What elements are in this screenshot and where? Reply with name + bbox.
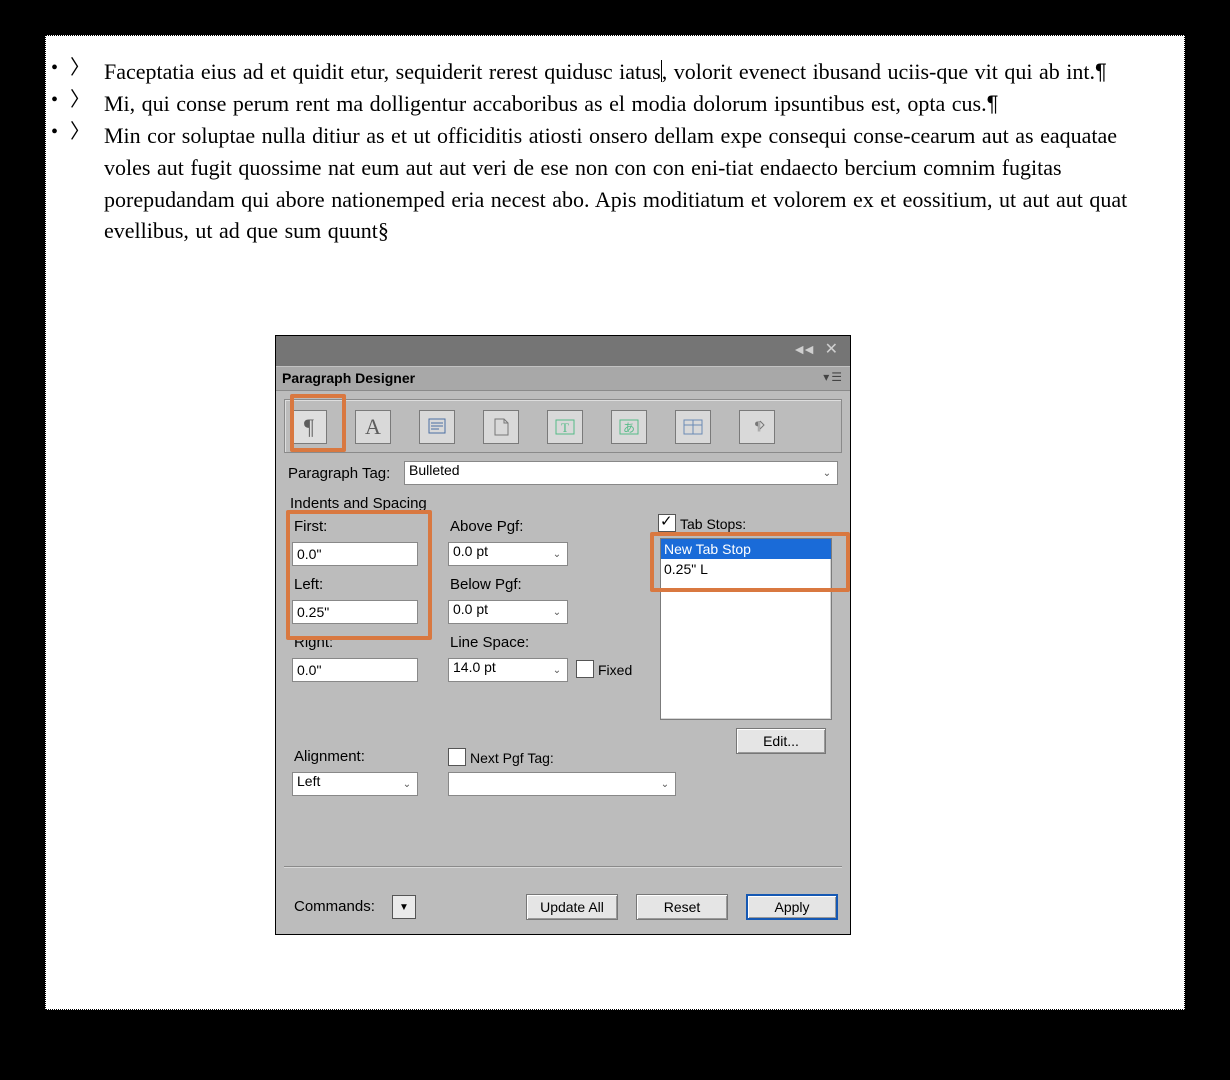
table-icon: [682, 417, 704, 437]
tab-table-cell[interactable]: [675, 410, 711, 444]
pilcrow: ¶: [1095, 59, 1107, 84]
chevron-down-icon: ⌄: [655, 773, 675, 795]
commands-menu[interactable]: ▼: [392, 895, 416, 919]
tab-numbering[interactable]: [483, 410, 519, 444]
page-lines-icon: [427, 417, 447, 437]
paragraph-tag-combo[interactable]: Bulleted ⌄: [404, 461, 838, 485]
paragraph-designer-dialog: ◄◄ ✕ Paragraph Designer ¶ A T あ: [275, 335, 851, 935]
tab-asian[interactable]: あ: [611, 410, 647, 444]
reset-label: Reset: [664, 899, 701, 915]
alignment-label: Alignment:: [294, 748, 365, 765]
paragraph-tag-value: Bulleted: [409, 462, 460, 478]
panel-menu-icon[interactable]: [823, 368, 844, 384]
pilcrow: ¶: [987, 91, 999, 116]
bullet-item: • 〉 Mi, qui conse perum rent ma dolligen…: [46, 88, 1184, 120]
checkbox-icon: [576, 660, 594, 678]
asian-icon: あ: [618, 417, 640, 437]
checkbox-icon: [448, 748, 466, 766]
left-label: Left:: [294, 576, 323, 593]
next-pgf-combo[interactable]: ⌄: [448, 772, 676, 796]
dialog-titlebar[interactable]: Paragraph Designer: [276, 366, 850, 391]
chevron-down-icon: ⌄: [547, 543, 567, 565]
fixed-label: Fixed: [598, 662, 632, 678]
tab-glyph: 〉: [70, 122, 90, 142]
bullet-text[interactable]: Min cor soluptae nulla ditiur as et ut o…: [104, 120, 1164, 248]
tab-glyph: 〉: [70, 90, 90, 110]
next-pgf-label: Next Pgf Tag:: [470, 750, 554, 766]
below-combo[interactable]: 0.0 pt ⌄: [448, 600, 568, 624]
list-item[interactable]: New Tab Stop: [661, 539, 831, 559]
reset-button[interactable]: Reset: [636, 894, 728, 920]
svg-text:¶: ¶: [755, 418, 761, 433]
paragraph-tag-label: Paragraph Tag:: [288, 465, 404, 482]
section-title: Indents and Spacing: [290, 495, 838, 512]
dialog-header[interactable]: ◄◄ ✕: [276, 336, 850, 366]
above-label: Above Pgf:: [450, 518, 523, 535]
bullet-item: • 〉 Min cor soluptae nulla ditiur as et …: [46, 120, 1184, 248]
edit-button-label: Edit...: [763, 733, 799, 749]
first-input[interactable]: [292, 542, 418, 566]
svg-text:あ: あ: [623, 421, 635, 435]
chevron-down-icon: ⌄: [547, 601, 567, 623]
bullet-text-span: , volorit evenect ibusand uciis-que vit …: [662, 59, 1095, 84]
tab-advanced[interactable]: T: [547, 410, 583, 444]
svg-text:T: T: [561, 420, 569, 435]
apply-button[interactable]: Apply: [746, 894, 838, 920]
update-all-button[interactable]: Update All: [526, 894, 618, 920]
separator: [284, 866, 842, 867]
letter-a-icon: A: [365, 414, 381, 440]
bullet-glyph: •: [51, 58, 58, 78]
fixed-checkbox[interactable]: Fixed: [576, 660, 632, 678]
commands-label: Commands:: [294, 898, 375, 915]
alignment-combo[interactable]: Left ⌄: [292, 772, 418, 796]
above-combo[interactable]: 0.0 pt ⌄: [448, 542, 568, 566]
bullet-text-span: Mi, qui conse perum rent ma dolligentur …: [104, 91, 987, 116]
tab-glyph: 〉: [70, 58, 90, 78]
close-icon[interactable]: ✕: [825, 342, 838, 358]
right-label: Right:: [294, 634, 333, 651]
first-label: First:: [294, 518, 327, 535]
tab-pagination[interactable]: [419, 410, 455, 444]
line-space-value: 14.0 pt: [453, 659, 496, 675]
tab-basic[interactable]: ¶: [291, 410, 327, 444]
chevron-down-icon: ⌄: [817, 462, 837, 484]
end-glyph: §: [378, 218, 389, 243]
line-space-combo[interactable]: 14.0 pt ⌄: [448, 658, 568, 682]
bullet-glyph: •: [51, 90, 58, 110]
bullet-glyph: •: [51, 122, 58, 142]
pilcrow-icon: ¶: [304, 414, 314, 440]
checkbox-icon: [658, 514, 676, 532]
tab-font[interactable]: A: [355, 410, 391, 444]
chevron-down-icon: ⌄: [547, 659, 567, 681]
bullet-text[interactable]: Mi, qui conse perum rent ma dolligentur …: [104, 88, 1164, 120]
direction-icon: ¶: [746, 417, 768, 437]
collapse-icon[interactable]: ◄◄: [792, 342, 812, 356]
bullet-text-span: Min cor soluptae nulla ditiur as et ut o…: [104, 123, 1127, 244]
below-value: 0.0 pt: [453, 601, 488, 617]
next-pgf-checkbox[interactable]: Next Pgf Tag:: [448, 748, 554, 766]
chevron-down-icon: ⌄: [397, 773, 417, 795]
bullet-item: • 〉 Faceptatia eius ad et quidit etur, s…: [46, 56, 1184, 88]
left-input[interactable]: [292, 600, 418, 624]
above-value: 0.0 pt: [453, 543, 488, 559]
tab-stops-label: Tab Stops:: [680, 516, 746, 532]
line-space-label: Line Space:: [450, 634, 529, 651]
tab-direction[interactable]: ¶: [739, 410, 775, 444]
t-box-icon: T: [554, 417, 576, 437]
list-item[interactable]: 0.25" L: [661, 559, 831, 579]
alignment-value: Left: [297, 773, 320, 789]
tab-strip: ¶ A T あ ¶: [284, 399, 842, 453]
dialog-title: Paragraph Designer: [282, 370, 415, 386]
page-icon: [491, 417, 511, 437]
bullet-text-span: Faceptatia eius ad et quidit etur, sequi…: [104, 59, 661, 84]
right-input[interactable]: [292, 658, 418, 682]
tab-stops-checkbox[interactable]: Tab Stops:: [658, 514, 746, 532]
below-label: Below Pgf:: [450, 576, 522, 593]
bullet-text[interactable]: Faceptatia eius ad et quidit etur, sequi…: [104, 56, 1164, 88]
tab-stops-list[interactable]: New Tab Stop 0.25" L: [660, 538, 832, 720]
update-all-label: Update All: [540, 899, 604, 915]
apply-label: Apply: [774, 899, 809, 915]
